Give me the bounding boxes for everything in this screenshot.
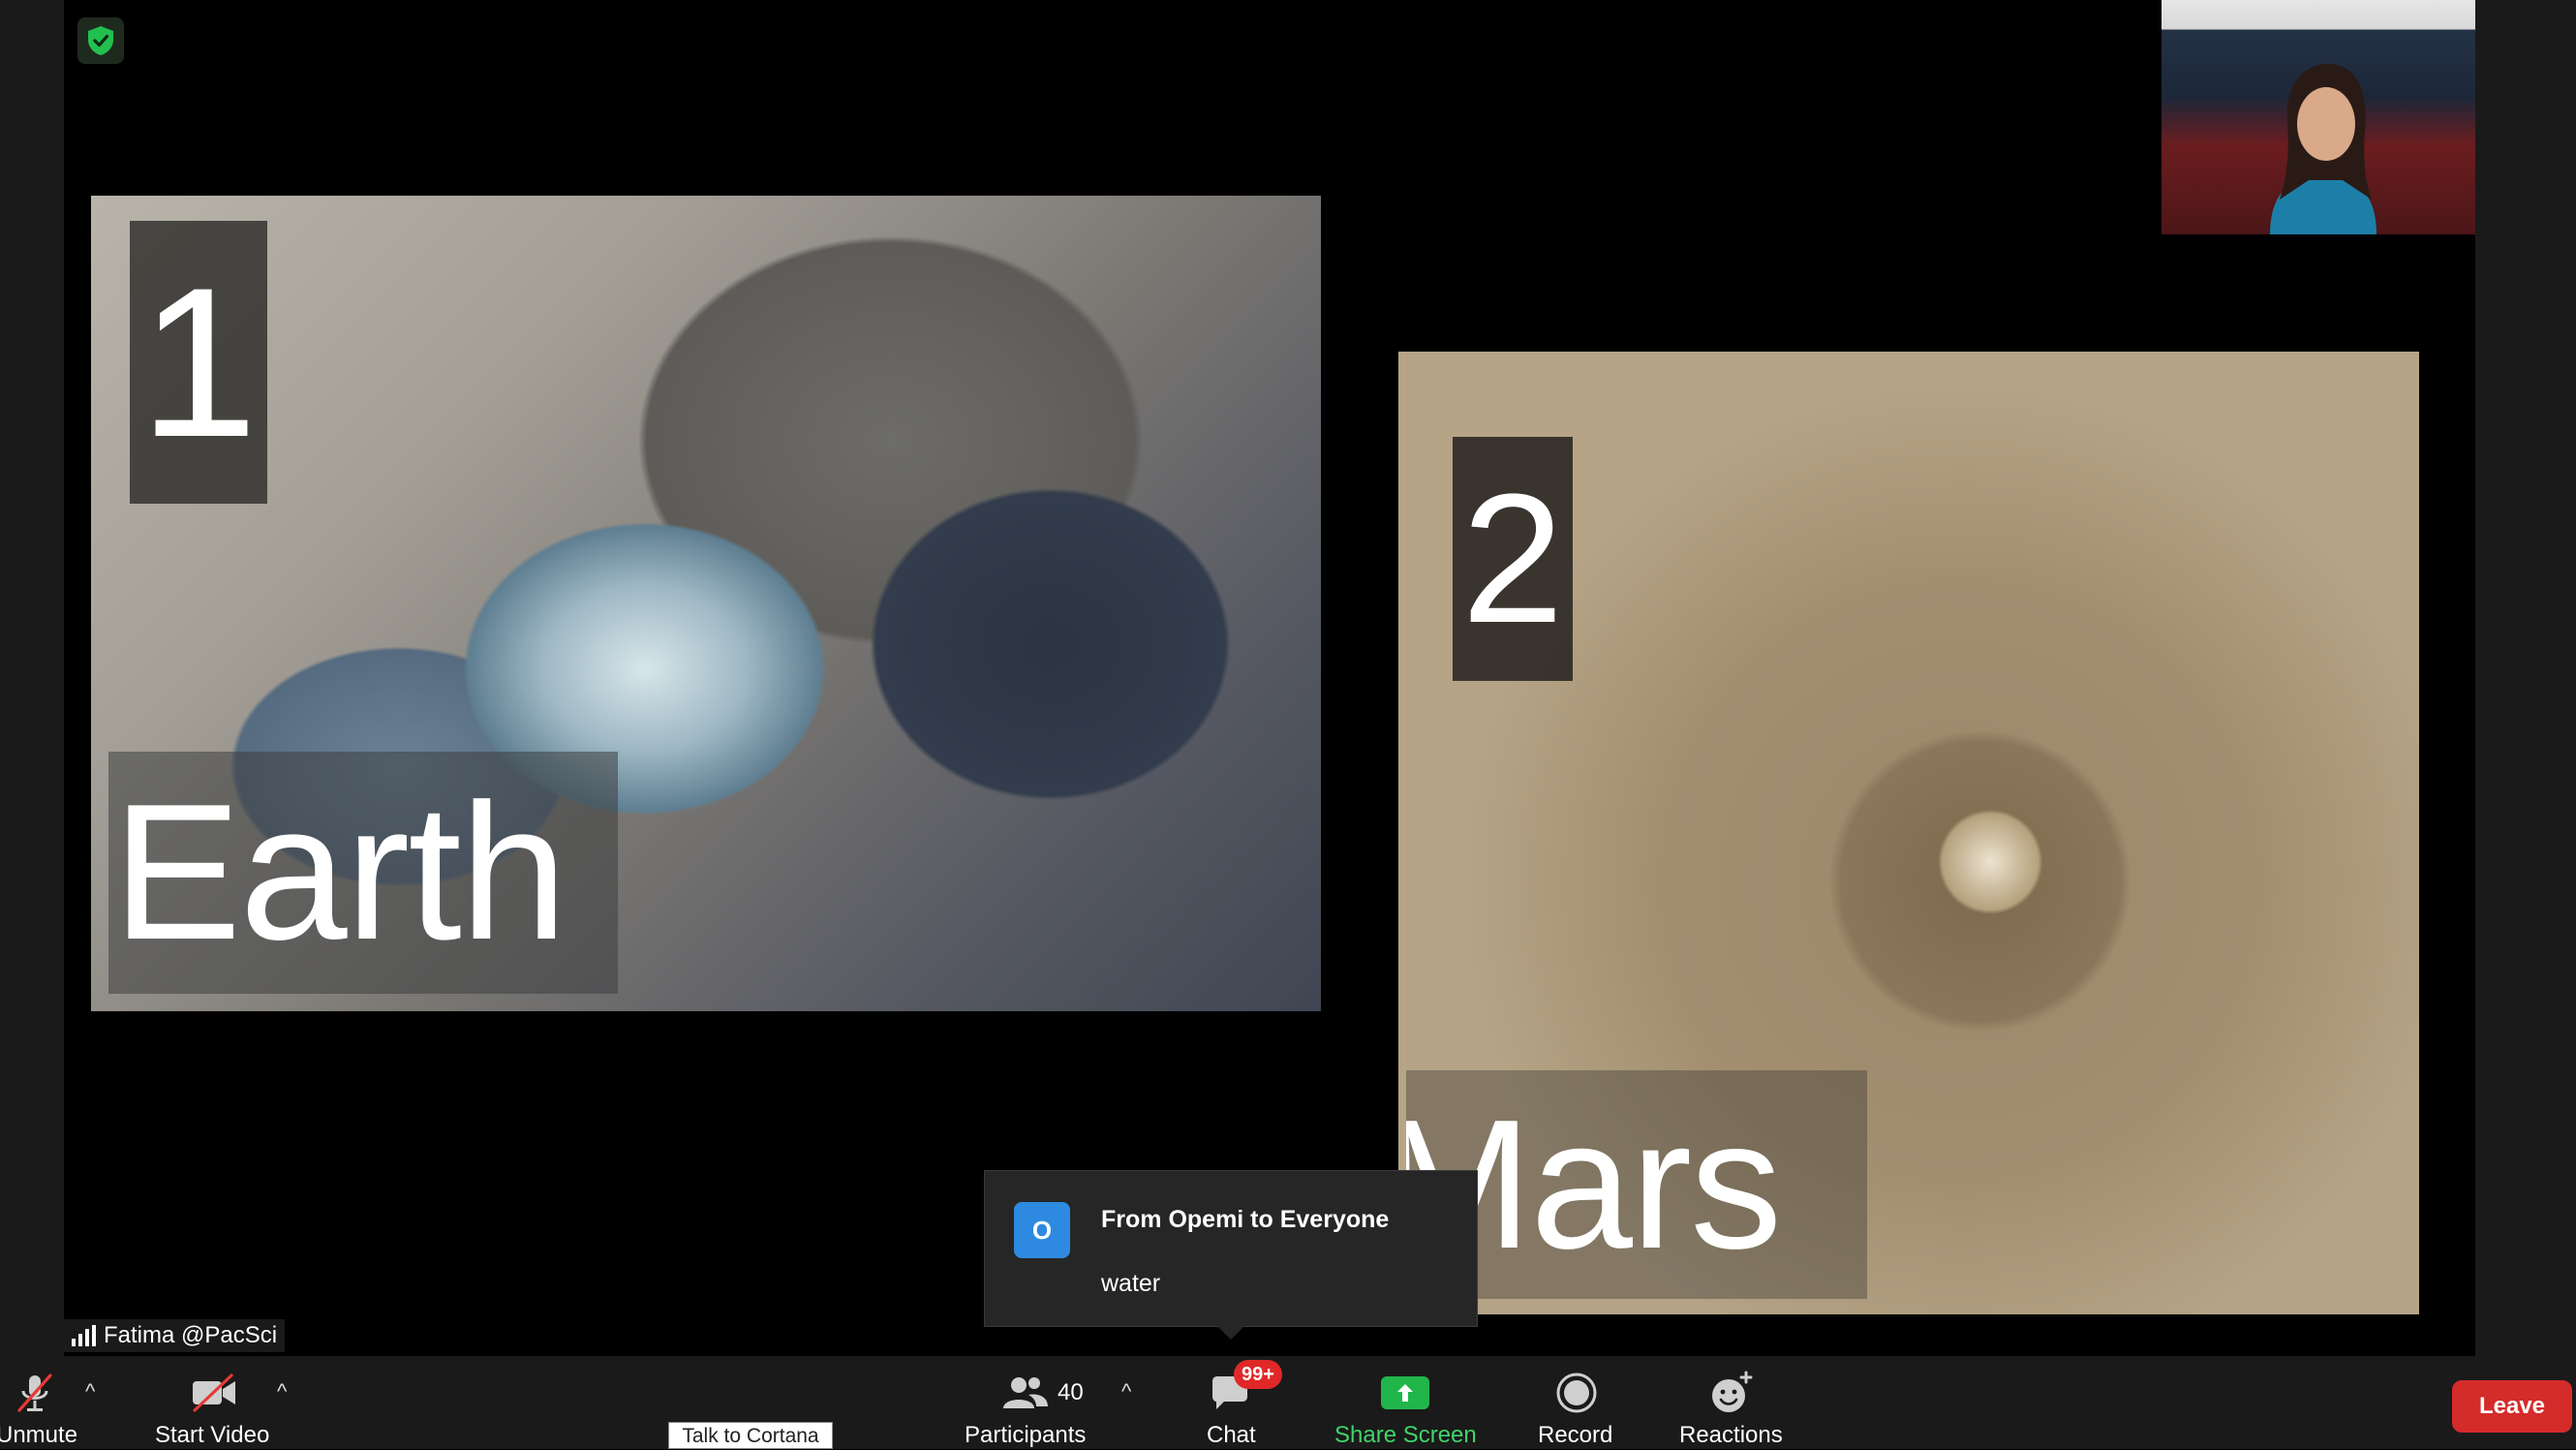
participants-count: 40 [1058, 1379, 1084, 1405]
earth-number: 1 [138, 243, 259, 481]
earth-label-box: Earth [108, 752, 618, 994]
signal-icon [72, 1325, 96, 1346]
record-icon [1553, 1370, 1600, 1416]
earth-number-box: 1 [130, 221, 267, 504]
participants-icon-group: 40 [999, 1370, 1092, 1416]
security-shield-icon[interactable] [77, 17, 124, 64]
chat-unread-badge: 99+ [1234, 1360, 1282, 1389]
share-screen-arrow-icon [1397, 1384, 1413, 1402]
chat-sender-line: From Opemi to Everyone [1101, 1206, 1390, 1233]
participant-name: Fatima @PacSci [104, 1322, 278, 1348]
leave-button[interactable]: Leave [2452, 1380, 2572, 1433]
mars-number: 2 [1461, 456, 1564, 662]
microphone-muted-icon [14, 1370, 56, 1416]
chat-label: Chat [1207, 1422, 1256, 1448]
reactions-icon [1708, 1370, 1755, 1416]
video-off-icon [188, 1370, 240, 1416]
cortana-tooltip: Talk to Cortana [668, 1422, 833, 1449]
meeting-toolbar: Unmute ^ Start Video ^ 40 Participants ^ [0, 1356, 2576, 1449]
reactions-button[interactable]: Reactions [1675, 1356, 1788, 1449]
audio-options-caret[interactable]: ^ [85, 1379, 95, 1404]
earth-label: Earth [112, 764, 567, 980]
start-video-label: Start Video [155, 1422, 270, 1448]
record-button[interactable]: Record [1532, 1356, 1621, 1449]
person-figure [2270, 64, 2377, 234]
share-screen-label: Share Screen [1334, 1422, 1477, 1448]
shield-check-icon [88, 26, 113, 55]
unmute-button[interactable]: Unmute [0, 1356, 77, 1449]
reactions-label: Reactions [1679, 1422, 1783, 1448]
start-video-button[interactable]: Start Video [145, 1356, 281, 1449]
participants-button[interactable]: 40 Participants [959, 1356, 1094, 1449]
mars-number-box: 2 [1453, 437, 1573, 681]
self-video-thumbnail[interactable] [2162, 0, 2475, 234]
chat-notification[interactable]: O From Opemi to Everyone water [984, 1170, 1478, 1327]
share-screen-button[interactable]: Share Screen [1329, 1356, 1480, 1449]
participant-name-tag: Fatima @PacSci [64, 1319, 286, 1352]
chat-message-text: water [1101, 1270, 1161, 1297]
video-options-caret[interactable]: ^ [277, 1379, 287, 1404]
chat-notification-pointer [1217, 1326, 1244, 1340]
share-screen-icon [1379, 1370, 1431, 1416]
participants-options-caret[interactable]: ^ [1121, 1379, 1131, 1404]
sender-avatar: O [1014, 1202, 1070, 1258]
record-label: Record [1538, 1422, 1613, 1448]
earth-volcano-image: 1 Earth [91, 196, 1321, 1011]
mars-olympus-mons-image: 2 Mars [1398, 352, 2419, 1314]
unmute-label: Unmute [0, 1422, 78, 1448]
participants-icon [1003, 1377, 1048, 1408]
participants-label: Participants [965, 1422, 1087, 1448]
